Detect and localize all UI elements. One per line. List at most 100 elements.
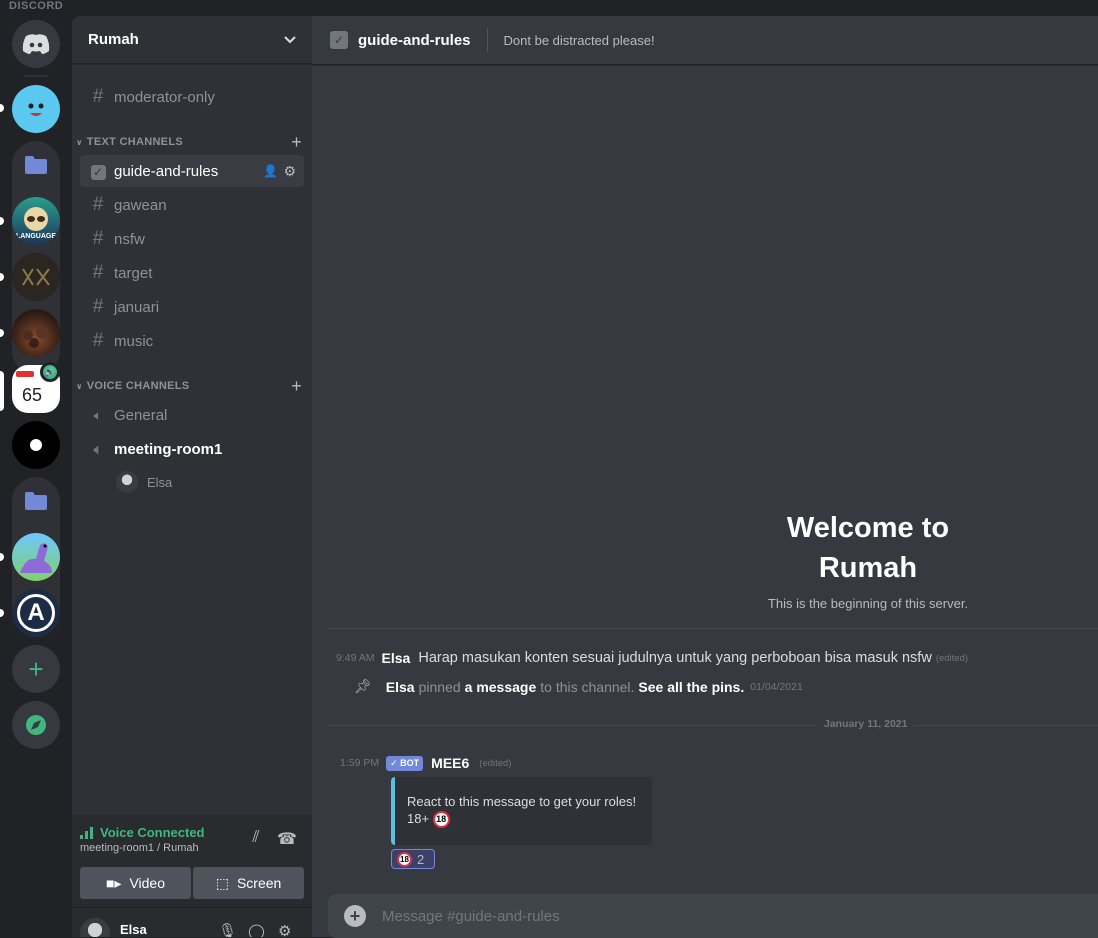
add-channel-icon[interactable]: + <box>291 376 302 397</box>
xx-logo-icon <box>22 268 50 286</box>
message-author[interactable]: Elsa <box>386 679 415 695</box>
folder-icon <box>25 492 47 510</box>
screen-share-button[interactable]: ⬚ Screen <box>193 867 304 899</box>
channel-label: meeting-room1 <box>114 440 223 458</box>
message-author[interactable]: MEE6 <box>431 755 469 771</box>
gear-icon[interactable]: ⚙ <box>278 922 291 937</box>
locked-hash-icon: # <box>92 86 104 107</box>
see-all-pins-link[interactable]: See all the pins. <box>638 679 744 695</box>
hash-icon: # <box>92 330 104 351</box>
folder-2[interactable] <box>12 477 60 525</box>
channel-label: gawean <box>114 196 167 214</box>
bot-tag: ✓ BOT <box>386 755 424 771</box>
gear-icon[interactable]: ⚙ <box>283 163 296 180</box>
pinned-message-link[interactable]: a message <box>465 679 537 695</box>
chevron-down-icon <box>284 35 296 43</box>
channel-music[interactable]: # music <box>80 325 304 357</box>
hash-icon: # <box>92 262 104 283</box>
screen-share-icon: ⬚ <box>215 874 229 891</box>
server-smiley[interactable] <box>12 85 60 133</box>
voice-status[interactable]: Voice Connected <box>80 825 205 840</box>
timestamp: 1:59 PM <box>340 757 380 769</box>
video-button[interactable]: ■▸ Video <box>80 867 191 899</box>
server-dino[interactable] <box>12 533 60 581</box>
black-dot-icon <box>30 439 42 451</box>
channel-label: music <box>114 332 154 350</box>
system-message[interactable]: 📌︎ Elsa pinned a message to this channel… <box>354 678 803 695</box>
explore-servers-button[interactable] <box>12 701 60 749</box>
compass-icon <box>26 715 46 735</box>
category-voice-channels[interactable]: ∨ VOICE CHANNELS + <box>76 376 306 396</box>
voice-location[interactable]: meeting-room1 / Rumah <box>80 842 199 854</box>
speed-logo-mark <box>16 371 34 377</box>
reaction-button[interactable]: 18 2 <box>391 849 435 869</box>
plus-icon: + <box>28 653 44 684</box>
add-channel-icon[interactable]: + <box>291 132 302 153</box>
smiley-face-icon <box>28 103 44 116</box>
edited-label: (edited) <box>479 757 512 769</box>
speaker-icon: 🔈︎ <box>93 406 103 423</box>
server-a[interactable]: A <box>12 589 60 637</box>
server-xx[interactable] <box>12 253 60 301</box>
pin-rest-text: to this channel. <box>540 678 635 695</box>
speaker-icon: 🔈︎ <box>93 440 103 457</box>
channel-topic[interactable]: Dont be distracted please! <box>504 33 655 48</box>
channel-header: ✓ guide-and-rules Dont be distracted ple… <box>312 16 1098 65</box>
channel-januari[interactable]: # januari <box>80 291 304 323</box>
rules-checkbox-icon: ✓ <box>88 160 108 182</box>
channel-nsfw[interactable]: # nsfw <box>80 223 304 255</box>
avatar[interactable] <box>80 918 110 937</box>
category-label: ∨ VOICE CHANNELS <box>76 380 190 392</box>
timestamp: 01/04/2021 <box>750 680 803 693</box>
microphone-icon[interactable]: 🎙︎ <box>218 922 237 937</box>
home-button[interactable] <box>12 20 60 68</box>
voice-channel-meeting-room1[interactable]: 🔈︎ meeting-room1 <box>80 433 304 465</box>
bot-message[interactable]: 1:59 PM ✓ BOT MEE6 (edited) <box>340 755 512 771</box>
unread-pill <box>0 104 4 112</box>
upload-plus-icon[interactable]: + <box>344 905 366 927</box>
folder-icon <box>25 156 47 174</box>
embed-line-1: React to this message to get your roles! <box>407 794 637 809</box>
channel-label: januari <box>114 298 160 316</box>
rules-checkbox-icon: ✓ <box>330 31 348 49</box>
voice-channel-general[interactable]: 🔈︎ General <box>80 399 304 431</box>
invite-icon[interactable]: 👤 <box>263 164 278 178</box>
channel-moderator-only[interactable]: # moderator-only <box>80 81 304 113</box>
hash-icon: # <box>92 296 104 317</box>
signal-icon <box>80 826 93 839</box>
disconnect-icon[interactable]: ☎ <box>277 829 297 849</box>
channel-title: guide-and-rules <box>358 31 471 49</box>
nsfw-hash-icon: # <box>92 228 104 249</box>
divider <box>328 628 1098 629</box>
collapse-arrow-icon: ∨ <box>76 382 83 391</box>
message-input[interactable] <box>382 907 982 925</box>
noise-suppression-icon[interactable]: ⫽ <box>246 829 266 849</box>
welcome-title-line1: Welcome to <box>786 512 950 544</box>
welcome-subtitle: This is the beginning of this server. <box>767 596 969 611</box>
date-divider-label: January 11, 2021 <box>818 718 914 730</box>
channel-target[interactable]: # target <box>80 257 304 289</box>
server-crowd[interactable] <box>12 309 60 357</box>
message-author[interactable]: Elsa <box>382 650 411 666</box>
message[interactable]: 9:49 AM Elsa Harap masukan konten sesuai… <box>336 650 968 666</box>
channel-label: moderator-only <box>114 88 215 106</box>
no-under-18-emoji-icon: 18 <box>432 811 450 829</box>
timestamp: 9:49 AM <box>336 652 375 664</box>
server-language[interactable]: LANGUAGE <box>12 197 60 245</box>
guild-header[interactable]: Rumah <box>72 16 312 64</box>
headphones-icon[interactable]: ◯ <box>248 922 265 937</box>
channel-gawean[interactable]: # gawean <box>80 189 304 221</box>
welcome-section: Welcome to Rumah This is the beginning o… <box>722 508 1014 611</box>
unread-pill <box>0 217 4 225</box>
voice-user-elsa[interactable]: Elsa <box>116 469 172 495</box>
unread-pill <box>0 609 4 617</box>
server-dot[interactable] <box>12 421 60 469</box>
add-server-button[interactable]: + <box>12 645 60 693</box>
folder-1[interactable] <box>12 141 60 189</box>
title-bar: DISCORD <box>0 0 1098 16</box>
channel-label: General <box>114 406 168 424</box>
category-text-channels[interactable]: ∨ TEXT CHANNELS + <box>76 132 306 152</box>
channel-guide-and-rules[interactable]: ✓ guide-and-rules 👤 ⚙ <box>80 155 304 187</box>
collapse-arrow-icon: ∨ <box>76 138 83 147</box>
embed-line-2: 18+ 18 <box>407 810 652 829</box>
